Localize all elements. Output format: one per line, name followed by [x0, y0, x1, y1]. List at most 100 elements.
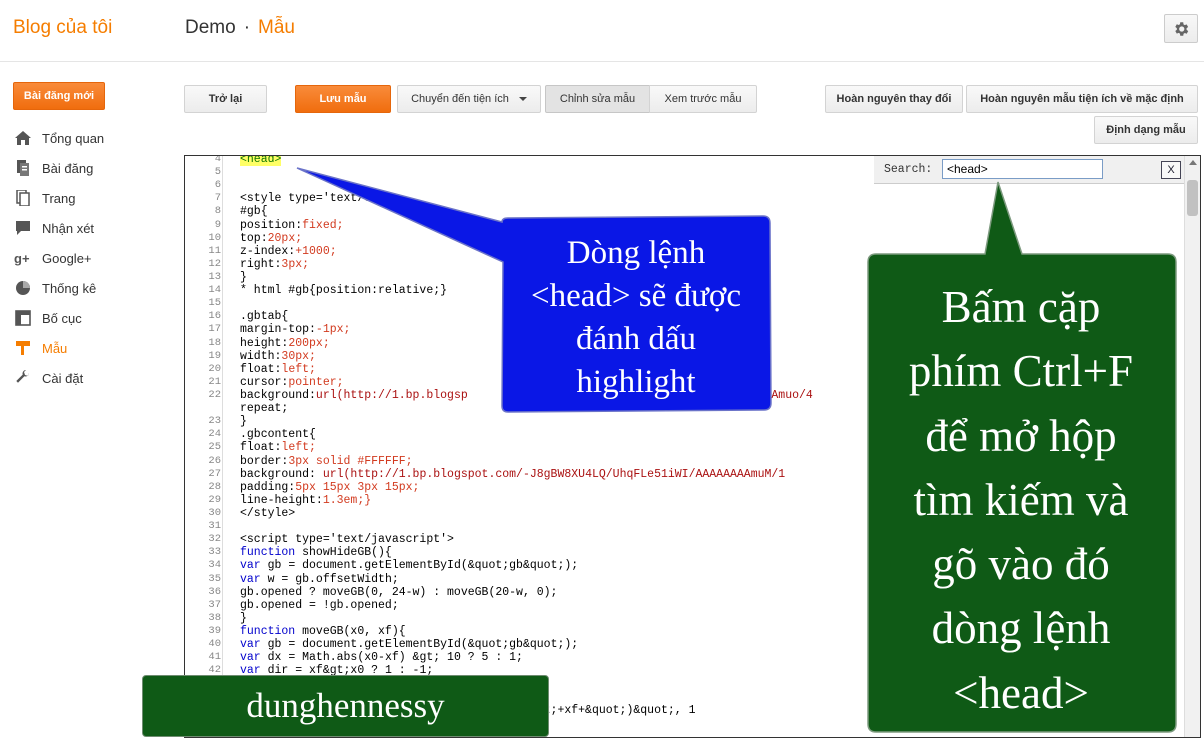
line-number: 27 — [208, 467, 221, 480]
code-text: } — [240, 415, 247, 429]
line-number: 35 — [208, 572, 221, 585]
code-text: function moveGB(x0, xf){ — [240, 624, 406, 638]
code-text: var gb = document.getElementById(&quot;g… — [240, 559, 579, 573]
line-number: 11 — [208, 244, 221, 257]
code-text: float:left; — [240, 362, 316, 376]
sidebar-item-stats[interactable]: Thống kê — [13, 273, 104, 303]
code-text: height:200px; — [240, 336, 330, 350]
sidebar-item-label: Mẫu — [42, 340, 68, 356]
gear-button[interactable] — [1164, 14, 1198, 43]
breadcrumb: Demo · Mẫu — [185, 17, 295, 39]
blue-callout-line: đánh dấu — [575, 321, 697, 357]
code-text: border:3px solid #FFFFFF; — [240, 454, 413, 468]
code-text: <style type='text/css'> — [240, 192, 399, 206]
sidebar-item-google-plus[interactable]: g+ Google+ — [13, 243, 104, 273]
code-text: <head> — [221, 155, 282, 166]
green-callout-line: để mở hộp — [925, 410, 1117, 461]
line-number: 10 — [208, 231, 221, 244]
revert-widgets-button[interactable]: Hoàn nguyên mẫu tiện ích về mặc định — [966, 85, 1198, 113]
green-callout-line: Bấm cặp — [941, 282, 1101, 332]
chevron-down-icon — [518, 97, 527, 101]
code-line: 8 #gb{ — [185, 205, 1185, 218]
scrollbar-thumb[interactable] — [1187, 180, 1198, 216]
code-text: var gb = document.getElementById(&quot;g… — [240, 638, 579, 652]
green-callout-line: tìm kiếm và — [913, 474, 1129, 525]
green-callout-line: <head> — [953, 667, 1089, 718]
author-signature: dunghennessy — [142, 675, 549, 737]
preview-template-button[interactable]: Xem trước mẫu — [649, 85, 757, 113]
sidebar-item-posts[interactable]: Bài đăng — [13, 153, 104, 183]
line-number: 39 — [208, 624, 221, 637]
line-number — [185, 402, 221, 415]
code-text: function showHideGB(){ — [240, 546, 392, 560]
code-text: * html #gb{position:relative;} — [240, 284, 448, 298]
line-number: 15 — [208, 297, 221, 310]
scroll-up-icon[interactable] — [1189, 160, 1197, 165]
code-text: cursor:pointer; — [240, 375, 344, 389]
line-number: 9 — [214, 218, 221, 231]
code-text: </style> — [240, 506, 296, 520]
format-template-button[interactable]: Định dạng mẫu — [1094, 116, 1198, 144]
breadcrumb-current: Mẫu — [258, 17, 295, 38]
edit-template-button[interactable]: Chỉnh sửa mẫu — [545, 85, 650, 113]
vertical-scrollbar[interactable] — [1184, 156, 1200, 737]
sidebar-item-comments[interactable]: Nhận xét — [13, 213, 104, 243]
line-number: 24 — [208, 428, 221, 441]
sidebar-item-overview[interactable]: Tổng quan — [13, 123, 104, 153]
line-number: 6 — [214, 179, 221, 192]
green-callout-line: phím Ctrl+F — [908, 346, 1134, 397]
sidebar-item-label: Thống kê — [42, 280, 97, 296]
code-text: #gb{ — [240, 205, 268, 219]
gear-icon — [1175, 21, 1189, 36]
green-callout-line: dòng lệnh — [931, 603, 1111, 654]
line-number: 23 — [208, 415, 221, 428]
blog-brand-link[interactable]: Blog của tôi — [13, 17, 112, 39]
line-number: 34 — [208, 559, 221, 572]
search-highlight: <head> — [240, 155, 282, 166]
line-number: 20 — [208, 362, 221, 375]
line-number: 22 — [208, 388, 221, 401]
search-close-button[interactable]: X — [1161, 161, 1181, 179]
sidebar-item-template[interactable]: Mẫu — [13, 333, 104, 363]
code-text: var w = gb.offsetWidth; — [240, 572, 399, 586]
line-number: 12 — [208, 257, 221, 270]
code-text: } — [240, 611, 247, 625]
line-number: 33 — [208, 546, 221, 559]
top-header: Blog của tôi Demo · Mẫu — [0, 0, 1204, 62]
sidebar-item-layout[interactable]: Bố cục — [13, 303, 104, 333]
comments-icon — [13, 219, 33, 237]
line-number: 32 — [208, 533, 221, 546]
sidebar-item-label: Google+ — [42, 250, 92, 266]
code-text: padding:5px 15px 3px 15px; — [240, 480, 420, 494]
search-input[interactable]: <head> — [942, 159, 1103, 179]
code-text: gb.opened ? moveGB(0, 24-w) : moveGB(20-… — [240, 585, 558, 599]
jump-to-widget-dropdown[interactable]: Chuyển đến tiện ích — [397, 85, 541, 113]
revert-changes-button[interactable]: Hoàn nguyên thay đổi — [825, 85, 963, 113]
save-template-button[interactable]: Lưu mẫu — [295, 85, 391, 113]
breadcrumb-blog[interactable]: Demo — [185, 17, 236, 38]
line-number: 26 — [208, 454, 221, 467]
code-text: z-index:+1000; — [240, 244, 337, 258]
pages-icon — [13, 189, 33, 207]
blue-callout-text: Dòng lệnh <head> sẽ được đánh dấu highli… — [502, 232, 770, 404]
search-label: Search: — [884, 163, 933, 176]
new-post-button[interactable]: Bài đăng mới — [13, 82, 105, 110]
code-text: line-height:1.3em;} — [240, 493, 372, 507]
code-line: 9 position:fixed; — [185, 219, 1185, 232]
sidebar-item-pages[interactable]: Trang — [13, 183, 104, 213]
line-number: 5 — [214, 166, 221, 179]
line-number: 31 — [208, 520, 221, 533]
google-plus-icon: g+ — [13, 249, 33, 267]
sidebar-item-settings[interactable]: Cài đặt — [13, 363, 104, 393]
code-line: 7 <style type='text/css'> — [185, 192, 1185, 205]
line-number: 7 — [214, 192, 221, 205]
code-text: .gbtab{ — [240, 310, 289, 324]
jump-to-widget-label: Chuyển đến tiện ích — [411, 93, 509, 105]
code-text: gb.opened = !gb.opened; — [240, 598, 399, 612]
green-callout-line: gõ vào đó — [932, 539, 1110, 590]
code-text: right:3px; — [240, 257, 310, 271]
back-button[interactable]: Trở lại — [184, 85, 267, 113]
